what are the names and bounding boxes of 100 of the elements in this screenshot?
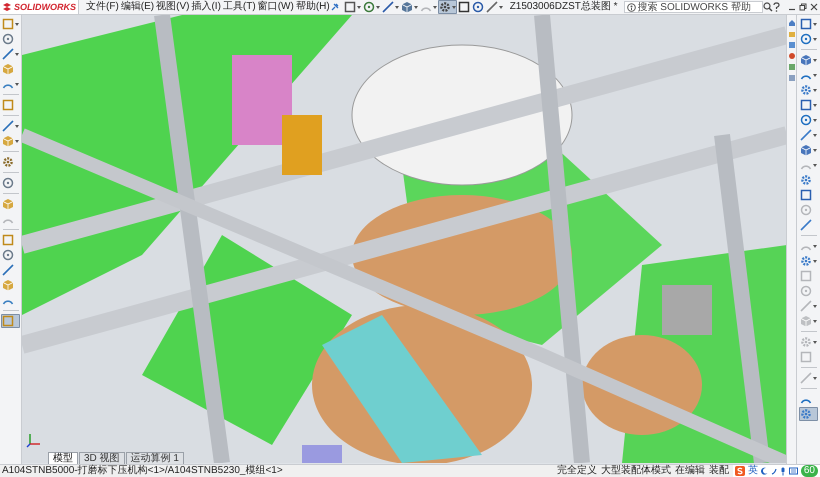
model-path-text: A104STNB5000-打磨标下压机构<1>/A104STNB5230_模组<1>	[1, 466, 283, 476]
circle-icon	[472, 1, 484, 13]
line-icon	[382, 1, 394, 13]
toolbar-button[interactable]	[799, 98, 818, 112]
line-icon	[800, 219, 812, 231]
caret-icon[interactable]	[394, 6, 399, 8]
gear-icon	[800, 174, 812, 186]
tab[interactable]: 模型	[48, 452, 78, 464]
punctuation-icon[interactable]	[770, 467, 777, 475]
circle-icon	[800, 204, 812, 216]
caret-icon[interactable]	[376, 6, 380, 8]
caret-icon[interactable]	[15, 140, 19, 142]
circle-icon	[2, 249, 14, 261]
caret-icon[interactable]	[15, 82, 19, 86]
circle-icon	[800, 285, 812, 297]
menu-item[interactable]: 插入(I)	[190, 2, 222, 12]
panel-icon[interactable]	[788, 74, 796, 82]
help-circle-icon	[626, 2, 636, 12]
help-icon[interactable]	[772, 2, 780, 12]
caret-icon[interactable]	[813, 260, 817, 262]
caret-icon[interactable]	[414, 6, 418, 8]
ime-mode-label[interactable]: 英	[748, 466, 758, 476]
ime-badge: 60	[800, 465, 818, 477]
ime-logo-icon[interactable]	[734, 466, 745, 476]
status-text: 装配	[708, 466, 729, 476]
caret-icon[interactable]	[813, 118, 817, 122]
line-icon	[800, 372, 812, 384]
caret-icon[interactable]	[15, 124, 19, 128]
grid-icon[interactable]	[788, 63, 796, 71]
gear-icon	[800, 408, 812, 420]
square-icon	[800, 189, 812, 201]
square-icon	[344, 1, 356, 13]
toolbar-button[interactable]	[438, 0, 457, 14]
menu-item[interactable]: 视图(V)	[155, 2, 190, 12]
toolbar-button[interactable]	[470, 0, 485, 14]
search-icon[interactable]	[762, 2, 773, 12]
menu-item[interactable]: 窗口(W)	[256, 2, 295, 12]
gear-icon	[2, 156, 14, 168]
circle-icon	[2, 177, 14, 189]
search-field[interactable]: 搜索 SOLIDWORKS 帮助	[624, 1, 763, 13]
menu-item[interactable]: 帮助(H)	[294, 2, 331, 12]
restore-icon[interactable]	[799, 3, 807, 11]
keyboard-icon[interactable]	[788, 467, 798, 475]
axis-triad-icon	[26, 432, 42, 448]
line-icon	[486, 1, 498, 13]
cube-icon	[800, 54, 812, 66]
caret-icon[interactable]	[498, 6, 503, 8]
square-icon	[800, 18, 812, 30]
line-icon	[2, 264, 14, 276]
caret-icon[interactable]	[356, 6, 361, 8]
square-icon	[458, 1, 470, 13]
color-circle-icon[interactable]	[788, 52, 796, 60]
square-icon	[2, 234, 14, 246]
caret-icon[interactable]	[813, 38, 817, 40]
line-icon	[2, 48, 14, 60]
circle-icon	[2, 33, 14, 45]
logo-icon	[2, 2, 12, 12]
menu-item[interactable]: 编辑(E)	[120, 2, 156, 12]
toolbar-button[interactable]	[484, 0, 504, 14]
status-text: 在编辑	[674, 466, 705, 476]
caret-icon[interactable]	[813, 104, 817, 106]
caret-icon[interactable]	[813, 58, 817, 62]
window-title: Z1503006DZST总装图 *	[510, 2, 618, 12]
caret-icon[interactable]	[813, 134, 817, 136]
menu-item[interactable]: 工具(T)	[222, 2, 257, 12]
square-icon	[800, 270, 812, 282]
caret-icon[interactable]	[813, 88, 817, 92]
microphone-icon[interactable]	[780, 466, 786, 476]
caret-icon[interactable]	[15, 52, 19, 56]
app-logo-text: SOLIDWORKS	[14, 2, 76, 12]
toolbar-button[interactable]	[456, 0, 471, 14]
home-icon[interactable]	[788, 19, 796, 27]
moon-icon[interactable]	[760, 467, 768, 475]
window-icon[interactable]	[788, 41, 796, 49]
square-icon	[800, 351, 812, 363]
cube-icon	[800, 315, 812, 327]
caret-icon[interactable]	[15, 22, 19, 26]
tab[interactable]: 运动算例 1	[126, 452, 184, 464]
close-icon[interactable]	[810, 3, 818, 11]
toolbar-button[interactable]	[342, 0, 362, 14]
pin-icon[interactable]	[330, 3, 339, 11]
toolbar-button[interactable]	[380, 0, 400, 14]
gear-icon	[438, 1, 451, 13]
caret-icon[interactable]	[813, 74, 817, 76]
circle-icon	[800, 114, 812, 126]
line-icon	[800, 300, 812, 312]
line-icon	[800, 129, 812, 141]
cube-icon	[800, 144, 812, 156]
caret-icon[interactable]	[813, 22, 817, 26]
caret-icon[interactable]	[452, 6, 456, 8]
square-icon	[2, 18, 14, 30]
square-icon	[800, 99, 812, 111]
tab[interactable]: 3D 视图	[79, 452, 125, 464]
menu-item[interactable]: 文件(F)	[85, 2, 120, 12]
square-icon	[2, 315, 14, 327]
gear-icon	[800, 255, 812, 267]
toolbar-button[interactable]	[799, 17, 818, 31]
status-text: 完全定义	[556, 466, 597, 476]
caret-icon[interactable]	[813, 148, 817, 152]
status-text: 大型装配体模式	[600, 466, 671, 476]
